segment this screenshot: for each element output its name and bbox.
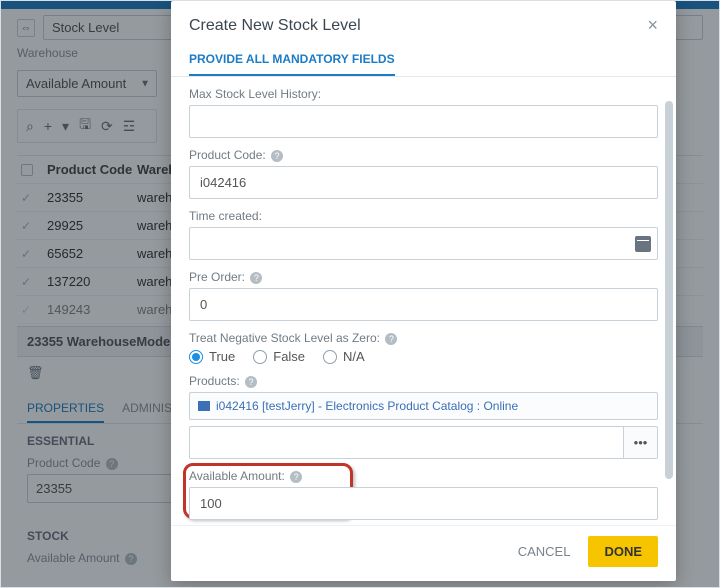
product-code-input[interactable] (198, 174, 649, 191)
product-add-input[interactable] (198, 434, 615, 451)
modal-tab-mandatory[interactable]: PROVIDE ALL MANDATORY FIELDS (189, 46, 395, 76)
available-amount-input[interactable] (198, 495, 649, 512)
create-stock-level-modal: Create New Stock Level × PROVIDE ALL MAN… (171, 1, 676, 581)
scrollbar[interactable] (665, 83, 673, 519)
time-created-input[interactable] (198, 235, 649, 252)
close-icon[interactable]: × (647, 15, 658, 36)
done-button[interactable]: DONE (588, 536, 658, 567)
max-history-input[interactable] (198, 113, 649, 130)
radio-false[interactable]: False (253, 349, 305, 364)
page-root: ⇔ Stock Level Warehouse Available Amount… (0, 0, 720, 588)
radio-false-label: False (273, 349, 305, 364)
label-products: Products: (189, 374, 240, 388)
product-picker-button[interactable]: ••• (624, 426, 658, 459)
label-treat-negative: Treat Negative Stock Level as Zero: (189, 331, 380, 345)
help-icon[interactable]: ? (245, 376, 257, 388)
scrollbar-thumb[interactable] (665, 101, 673, 479)
product-chip[interactable]: i042416 [testJerry] - Electronics Produc… (189, 392, 658, 420)
help-icon[interactable]: ? (271, 150, 283, 162)
radio-true[interactable]: True (189, 349, 235, 364)
help-icon[interactable]: ? (385, 333, 397, 345)
label-pre-order: Pre Order: (189, 270, 245, 284)
pre-order-input[interactable] (198, 296, 649, 313)
chip-icon (198, 401, 210, 411)
help-icon[interactable]: ? (290, 471, 302, 483)
cancel-button[interactable]: CANCEL (518, 544, 571, 559)
label-max-history: Max Stock Level History: (189, 87, 658, 101)
calendar-icon[interactable] (635, 236, 651, 252)
label-time-created: Time created: (189, 209, 658, 223)
help-icon[interactable]: ? (250, 272, 262, 284)
radio-true-label: True (209, 349, 235, 364)
label-product-code: Product Code: (189, 148, 266, 162)
label-available-amount: Available Amount: (189, 469, 285, 483)
radio-na[interactable]: N/A (323, 349, 365, 364)
modal-title: Create New Stock Level (189, 17, 361, 35)
modal-body: Max Stock Level History: Product Code: ?… (171, 77, 676, 525)
product-chip-text: i042416 [testJerry] - Electronics Produc… (216, 399, 518, 413)
radio-na-label: N/A (343, 349, 365, 364)
